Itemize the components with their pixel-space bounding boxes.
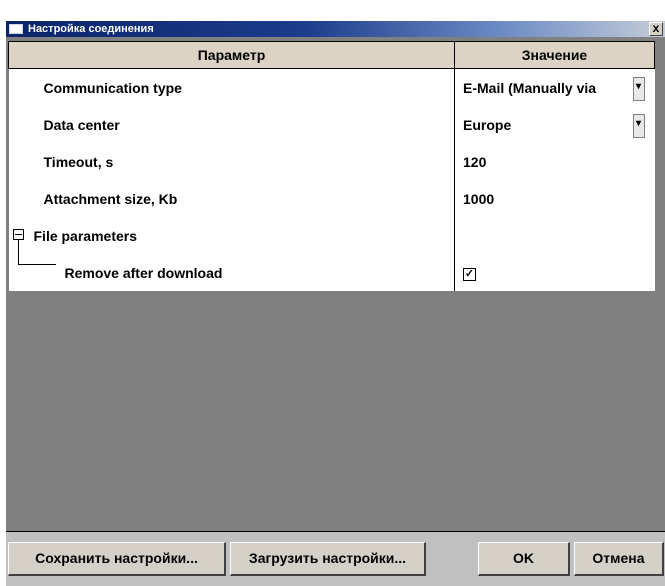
attachment-size-field[interactable]: 1000: [454, 180, 655, 217]
remove-after-download-checkbox[interactable]: ✓: [463, 267, 476, 281]
ok-button[interactable]: OK: [478, 542, 570, 576]
button-bar: Сохранить настройки... Загрузить настрой…: [6, 532, 665, 586]
child-cell: Remove after download: [8, 240, 455, 291]
remove-after-download-cell: ✓: [454, 254, 655, 291]
collapse-icon[interactable]: [12, 229, 24, 240]
row-remove-after-download[interactable]: Remove after download ✓: [8, 240, 655, 291]
dropdown-arrow-icon[interactable]: ▾: [632, 77, 645, 101]
property-grid: Параметр Значение Communication type E-M…: [8, 41, 655, 291]
row-communication-type[interactable]: Communication type E-Mail (Manually via …: [8, 68, 655, 106]
group-label: File parameters: [33, 227, 138, 244]
column-header-param[interactable]: Параметр: [8, 41, 455, 69]
row-label: Communication type: [8, 68, 455, 106]
grid-header-row: Параметр Значение: [8, 41, 655, 69]
property-grid-area: Параметр Значение Communication type E-M…: [6, 37, 665, 532]
window-icon: [9, 24, 23, 34]
row-label: Attachment size, Kb: [8, 180, 455, 217]
close-button[interactable]: x: [649, 22, 663, 36]
load-settings-button[interactable]: Загрузить настройки...: [230, 542, 426, 576]
cancel-button[interactable]: Отмена: [574, 542, 664, 576]
dropdown-arrow-icon[interactable]: ▾: [632, 114, 645, 138]
select-value: E-Mail (Manually via: [463, 79, 597, 96]
checkmark-icon: ✓: [464, 267, 475, 280]
window-title: Настройка соединения: [28, 23, 154, 35]
row-timeout[interactable]: Timeout, s 120: [8, 143, 655, 180]
title-bar[interactable]: Настройка соединения x: [6, 21, 665, 37]
row-label: Data center: [8, 106, 455, 143]
column-header-value[interactable]: Значение: [454, 41, 655, 69]
row-file-parameters[interactable]: File parameters: [8, 217, 655, 254]
row-label: Timeout, s: [8, 143, 455, 180]
data-center-select[interactable]: Europe ▾: [454, 106, 655, 143]
tree-branch-icon: [17, 264, 56, 265]
connection-settings-dialog: Настройка соединения x Параметр Значение…: [6, 21, 665, 586]
tree-connector-icon: [17, 240, 19, 265]
group-value-cell: [454, 217, 655, 254]
row-data-center[interactable]: Data center Europe ▾: [8, 106, 655, 143]
select-value: Europe: [463, 116, 512, 133]
group-cell: File parameters: [8, 217, 455, 254]
timeout-field[interactable]: 120: [454, 143, 655, 180]
save-settings-button[interactable]: Сохранить настройки...: [8, 542, 226, 576]
row-label: Remove after download: [64, 264, 223, 281]
row-attachment-size[interactable]: Attachment size, Kb 1000: [8, 180, 655, 217]
communication-type-select[interactable]: E-Mail (Manually via ▾: [454, 68, 655, 106]
